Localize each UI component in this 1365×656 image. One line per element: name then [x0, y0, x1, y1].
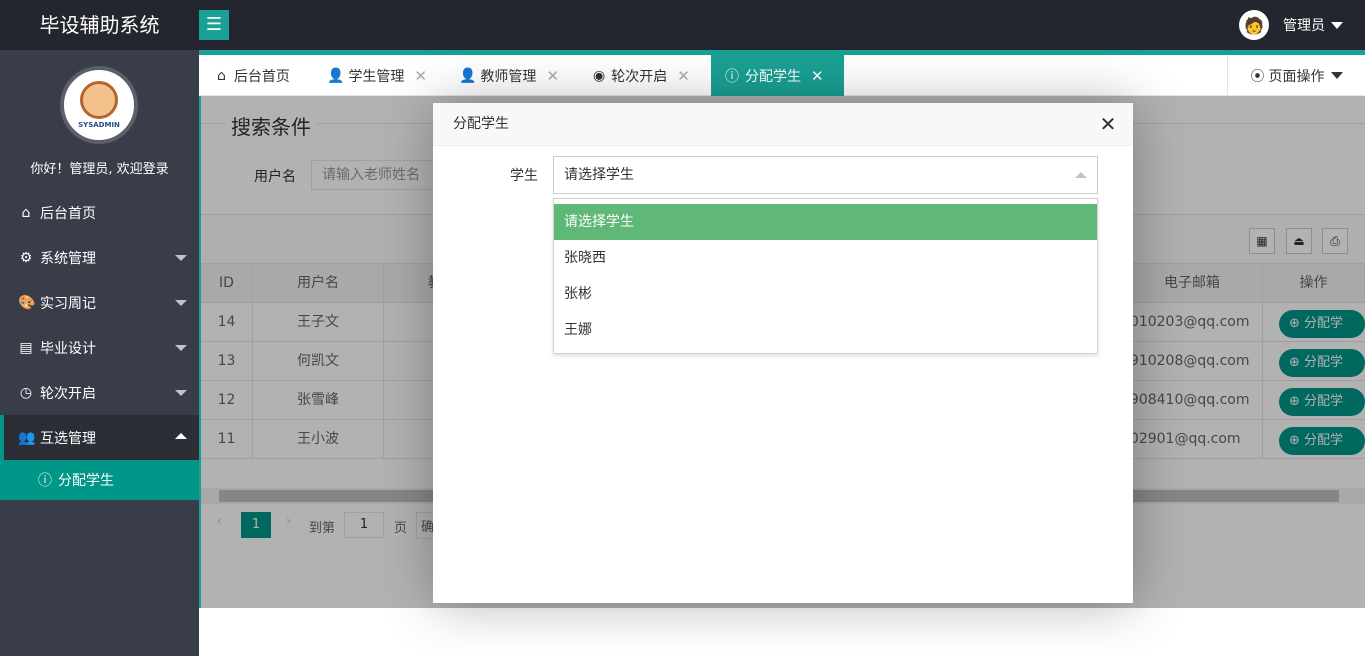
sidebar-item-journal[interactable]: 🎨 实习周记: [0, 280, 199, 325]
tab-home[interactable]: ⌂ 后台首页: [217, 55, 290, 96]
dropdown-option[interactable]: 请选择学生: [554, 204, 1097, 240]
sidebar-item-label: 实习周记: [40, 295, 96, 312]
list-icon: ▤: [19, 339, 33, 356]
dropdown-option[interactable]: 王娜: [554, 312, 1097, 348]
chevron-up-icon: [175, 433, 187, 439]
user-icon: 👤: [327, 67, 345, 84]
chevron-down-icon: [175, 390, 187, 396]
dialog-title: 分配学生: [453, 116, 509, 132]
tab-round-open[interactable]: ◉ 轮次开启 ✕: [593, 55, 690, 96]
palette-icon: 🎨: [18, 294, 36, 311]
sidebar-item-label: 互选管理: [40, 430, 96, 447]
sidebar-item-label: 后台首页: [40, 205, 96, 222]
tab-teacher-management[interactable]: 👤 教师管理 ✕: [459, 55, 559, 96]
avatar-label: SYSADMIN: [78, 121, 120, 129]
dialog-header: 分配学生 ✕: [433, 103, 1133, 146]
dropdown-option[interactable]: 张彬: [554, 276, 1097, 312]
avatar: 🧑: [1239, 10, 1269, 40]
student-select[interactable]: 请选择学生: [553, 156, 1098, 194]
assign-student-dialog: 分配学生 ✕ 学生 请选择学生 请选择学生 张晓西 张彬 王娜: [433, 103, 1133, 603]
tab-student-management[interactable]: 👤 学生管理 ✕: [327, 55, 427, 96]
student-dropdown: 请选择学生 张晓西 张彬 王娜: [553, 198, 1098, 354]
tab-bar: ⌂ 后台首页 👤 学生管理 ✕ 👤 教师管理 ✕ ◉ 轮次开启 ✕ ⓘ 分配学生…: [199, 50, 1365, 96]
chevron-down-icon: [175, 345, 187, 351]
user-name: 管理员: [1283, 18, 1325, 34]
page-operations-menu[interactable]: ⦿ 页面操作: [1227, 55, 1365, 96]
welcome-text: 你好！管理员, 欢迎登录: [30, 162, 169, 177]
app-title: 毕设辅助系统: [39, 13, 160, 37]
top-bar: 毕设辅助系统 ☰ 🧑 管理员: [0, 0, 1365, 50]
close-icon[interactable]: ✕: [1099, 114, 1117, 134]
close-icon[interactable]: ✕: [811, 67, 824, 85]
record-icon: ◉: [593, 67, 606, 84]
tab-label: 轮次开启: [611, 68, 668, 85]
avatar: SYSADMIN: [60, 66, 138, 144]
tab-label: 学生管理: [348, 68, 405, 85]
student-field-label: 学生: [510, 168, 538, 184]
sidebar-item-label: 系统管理: [40, 250, 96, 267]
sidebar-item-system[interactable]: ⚙ 系统管理: [0, 235, 199, 280]
sidebar-item-graduation[interactable]: ▤ 毕业设计: [0, 325, 199, 370]
sidebar-item-label: 毕业设计: [40, 340, 96, 357]
sidebar: SYSADMIN 你好！管理员, 欢迎登录 ⌂ 后台首页 ⚙ 系统管理 🎨 实习…: [0, 50, 199, 656]
tab-label: 教师管理: [480, 68, 537, 85]
chevron-down-icon: [1331, 21, 1343, 29]
clock-icon: ◷: [19, 384, 33, 401]
user-outline-icon: 👤: [459, 67, 477, 84]
sidebar-item-home[interactable]: ⌂ 后台首页: [0, 190, 199, 235]
sidebar-item-round[interactable]: ◷ 轮次开启: [0, 370, 199, 415]
home-icon: ⌂: [21, 204, 31, 221]
users-icon: 👥: [18, 429, 36, 446]
sidebar-item-mutual-select[interactable]: 👥 互选管理: [0, 415, 199, 460]
chevron-down-icon: [175, 255, 187, 261]
sidebar-subitem-assign-student[interactable]: ⓘ 分配学生: [0, 460, 199, 500]
chevron-down-icon: [175, 300, 187, 306]
info-icon: ⓘ: [38, 473, 52, 489]
menu-toggle-button[interactable]: ☰: [199, 10, 229, 40]
chevron-down-icon: [1330, 72, 1343, 79]
select-value: 请选择学生: [564, 167, 634, 183]
target-icon: ⦿: [1250, 68, 1265, 85]
chevron-up-icon: [1075, 172, 1087, 178]
user-menu[interactable]: 🧑 管理员: [1239, 10, 1343, 40]
tab-label: 分配学生: [745, 68, 801, 85]
close-icon[interactable]: ✕: [546, 67, 559, 85]
tab-assign-student[interactable]: ⓘ 分配学生 ✕: [711, 55, 844, 96]
sidebar-item-label: 轮次开启: [40, 385, 96, 402]
sidebar-item-label: 分配学生: [58, 473, 114, 489]
close-icon[interactable]: ✕: [677, 67, 690, 85]
gear-icon: ⚙: [19, 249, 33, 266]
page-ops-label: 页面操作: [1268, 68, 1325, 85]
admin-avatar-icon: [80, 81, 118, 119]
info-icon: ⓘ: [725, 68, 739, 85]
home-icon: ⌂: [217, 67, 226, 84]
tab-label: 后台首页: [233, 68, 290, 85]
dropdown-option[interactable]: 张晓西: [554, 240, 1097, 276]
close-icon[interactable]: ✕: [414, 67, 427, 85]
